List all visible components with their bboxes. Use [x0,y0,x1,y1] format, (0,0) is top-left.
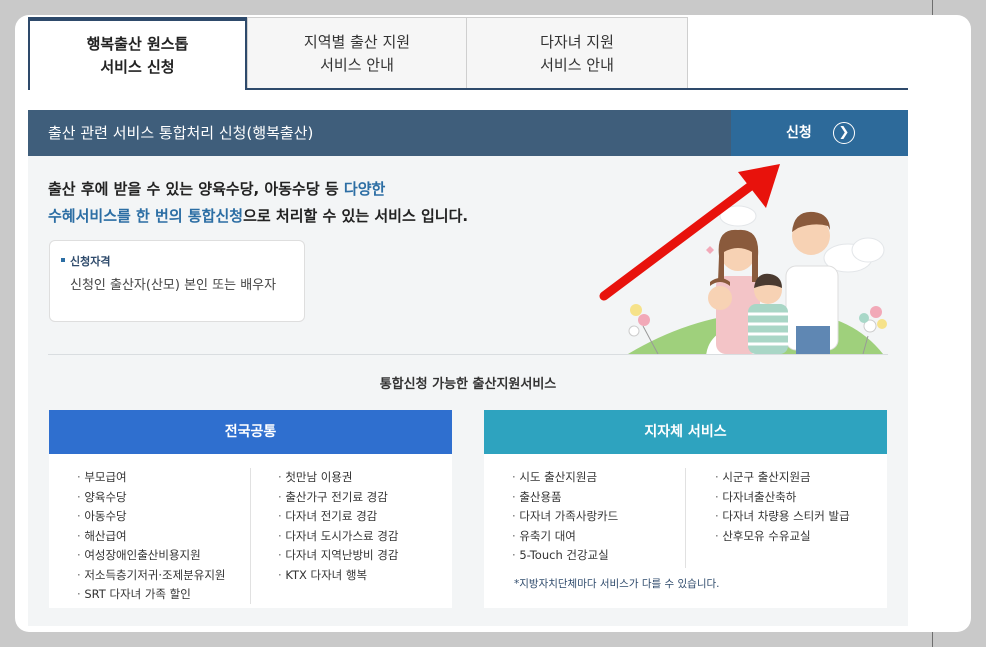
intro-highlight-1: 다양한 [343,180,386,198]
banner-title: 출산 관련 서비스 통합처리 신청(행복출산) [48,124,314,142]
service-list-item: 다자녀출산축하 [715,488,850,508]
service-list-item: 저소득층기저귀·조제분유지원 [77,566,225,586]
service-list-item: 첫만남 이용권 [278,468,398,488]
local-list-left: 시도 출산지원금출산용품다자녀 가족사랑카드유축기 대여5-Touch 건강교실 [512,468,618,566]
national-services-header: 전국공통 [49,410,452,454]
apply-label: 신청 [786,125,812,141]
service-list-item: 다자녀 지역난방비 경감 [278,546,398,566]
section-divider [48,354,888,355]
service-list-item: 출산용품 [512,488,618,508]
service-list-item: 양육수당 [77,488,226,508]
column-divider [685,468,686,568]
service-list-item: 부모급여 [77,468,226,488]
bullet-icon [61,258,65,262]
service-list-item: SRT 다자녀 가족 할인 [77,585,226,605]
local-list-right: 시군구 출산지원금다자녀출산축하다자녀 차량용 스티커 발급산후모유 수유교실 [715,468,850,547]
intro-highlight-2: 수혜서비스를 한 번의 통합신청 [48,207,244,225]
apply-button[interactable]: 신청 ❯ [731,110,908,156]
qualification-text: 신청인 출산자(산모) 본인 또는 배우자 [70,278,277,293]
service-list-item: 다자녀 도시가스료 경감 [278,527,398,547]
service-banner: 출산 관련 서비스 통합처리 신청(행복출산) 신청 ❯ [28,110,908,156]
red-arrow-icon [599,164,780,301]
tab-multichild-support[interactable]: 다자녀 지원 서비스 안내 [466,17,688,89]
national-services-body: 부모급여양육수당아동수당해산급여여성장애인출산비용지원저소득층기저귀·조제분유지… [49,454,452,608]
tab-label: 지역별 출산 지원 [303,32,411,51]
tab-label: 서비스 신청 [100,57,175,76]
service-list-item: 시도 출산지원금 [512,468,618,488]
service-panel: 출산 관련 서비스 통합처리 신청(행복출산) 신청 ❯ 출산 후에 받을 수 … [28,110,908,626]
tab-onestop-service[interactable]: 행복출산 원스톱 서비스 신청 [28,17,247,90]
chevron-right-circle-icon: ❯ [833,122,855,144]
intro-text-1: 출산 후에 받을 수 있는 양육수당, 아동수당 등 [48,180,344,198]
service-list-item: 산후모유 수유교실 [715,527,850,547]
service-list-item: 유축기 대여 [512,527,618,547]
tab-label: 서비스 안내 [540,55,614,74]
service-list-item: 5-Touch 건강교실 [512,546,618,566]
services-title: 통합신청 가능한 출산지원서비스 [379,377,557,392]
tab-label: 다자녀 지원 [540,32,614,51]
intro-text: 출산 후에 받을 수 있는 양육수당, 아동수당 등 다양한 수혜서비스를 한 … [48,176,468,230]
qualification-box: 신청자격 신청인 출산자(산모) 본인 또는 배우자 [49,240,305,322]
local-services-box: 지자체 서비스 시도 출산지원금출산용품다자녀 가족사랑카드유축기 대여5-To… [484,410,887,608]
local-services-note: *지방자치단체마다 서비스가 다를 수 있습니다. [514,578,720,590]
service-list-item: 아동수당 [77,507,226,527]
service-list-item: 출산가구 전기료 경감 [278,488,398,508]
service-list-item: 여성장애인출산비용지원 [77,546,226,566]
local-services-header: 지자체 서비스 [484,410,887,454]
service-list-item: 시군구 출산지원금 [715,468,850,488]
service-list-item: 다자녀 차량용 스티커 발급 [715,507,849,527]
tab-regional-support[interactable]: 지역별 출산 지원 서비스 안내 [247,17,467,89]
intro-text-2: 으로 처리할 수 있는 서비스 입니다. [243,207,469,225]
tab-bar: 행복출산 원스톱 서비스 신청 지역별 출산 지원 서비스 안내 다자녀 지원 … [28,17,908,90]
local-services-body: 시도 출산지원금출산용품다자녀 가족사랑카드유축기 대여5-Touch 건강교실… [484,454,887,608]
national-list-left: 부모급여양육수당아동수당해산급여여성장애인출산비용지원저소득층기저귀·조제분유지… [77,468,226,605]
column-divider [250,468,251,604]
service-list-item: 다자녀 전기료 경감 [278,507,398,527]
tab-label: 행복출산 원스톱 [86,34,189,53]
service-list-item: KTX 다자녀 행복 [278,566,398,586]
tab-label: 서비스 안내 [320,55,394,74]
national-list-right: 첫만남 이용권출산가구 전기료 경감다자녀 전기료 경감다자녀 도시가스료 경감… [278,468,398,585]
service-list-item: 다자녀 가족사랑카드 [512,507,618,527]
service-list-item: 해산급여 [77,527,226,547]
qualification-title: 신청자격 [70,255,111,268]
national-services-box: 전국공통 부모급여양육수당아동수당해산급여여성장애인출산비용지원저소득층기저귀·… [49,410,452,608]
